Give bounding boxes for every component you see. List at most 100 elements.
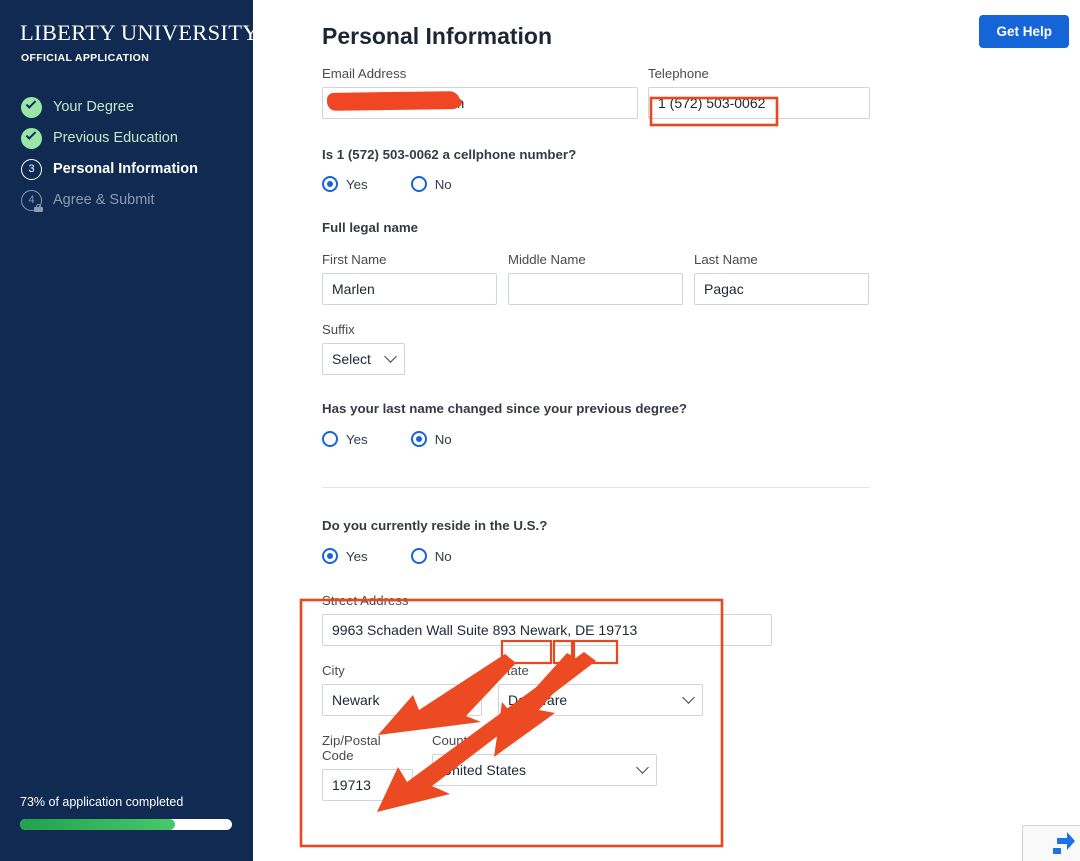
telephone-input[interactable]: 1 (572) 503-0062 (648, 87, 870, 119)
street-address-label: Street Address (322, 593, 409, 608)
zip-country-row: Zip/Postal Code 19713 Country United Sta… (322, 733, 942, 801)
get-help-button[interactable]: Get Help (979, 15, 1069, 48)
brand-subtitle: OFFICIAL APPLICATION (21, 52, 150, 64)
radio-icon (410, 548, 427, 564)
zip-label: Zip/Postal Code (322, 733, 381, 763)
name-changed-radio-group: Yes No (322, 431, 942, 447)
full-legal-name-label: Full legal name (322, 220, 419, 235)
sidebar-item-your-degree[interactable]: Your Degree (0, 92, 253, 123)
reside-us-question-group: Do you currently reside in the U.S.? Yes… (322, 518, 942, 564)
cellphone-question-group: Is 1 (572) 503-0062 a cellphone number? … (322, 147, 942, 192)
full-legal-name-section: Full legal name First Name Marlen Middle… (322, 220, 942, 375)
suffix-value: Select (332, 351, 371, 367)
suffix-select[interactable]: Select (322, 343, 405, 375)
check-circle-icon (21, 128, 42, 149)
name-row: First Name Marlen Middle Name Last Name … (322, 252, 942, 305)
radio-icon (410, 431, 427, 447)
progress-label: 73% of application completed (20, 795, 184, 809)
state-value: Delaware (508, 692, 568, 708)
sidebar-nav: Your Degree Previous Education 3 Persona… (0, 92, 253, 216)
middle-name-input[interactable] (508, 273, 683, 305)
suffix-label: Suffix (322, 322, 355, 337)
city-label: City (322, 663, 345, 678)
cellphone-radio-yes[interactable]: Yes (322, 176, 368, 192)
sidebar-item-label: Your Degree (53, 99, 134, 116)
street-address-group: Street Address 9963 Schaden Wall Suite 8… (322, 593, 772, 646)
state-group: State Delaware (498, 663, 703, 716)
reside-us-radio-group: Yes No (322, 548, 942, 564)
city-state-row: City Newark State Delaware (322, 663, 942, 716)
recaptcha-badge[interactable] (1022, 825, 1080, 861)
chevron-down-icon (682, 690, 695, 704)
state-select[interactable]: Delaware (498, 684, 703, 716)
cellphone-question-label: Is 1 (572) 503-0062 a cellphone number? (322, 147, 577, 162)
city-group: City Newark (322, 663, 482, 716)
first-name-group: First Name Marlen (322, 252, 497, 305)
chevron-down-icon (384, 349, 397, 363)
section-divider (322, 487, 870, 488)
radio-icon (322, 176, 338, 192)
cellphone-radio-group: Yes No (322, 176, 942, 192)
middle-name-label: Middle Name (508, 252, 586, 267)
sidebar-item-previous-education[interactable]: Previous Education (0, 123, 253, 154)
recaptcha-icon (1053, 832, 1075, 854)
last-name-label: Last Name (694, 252, 758, 267)
sidebar-item-personal-information[interactable]: 3 Personal Information (0, 154, 253, 185)
radio-label: No (434, 431, 452, 447)
name-changed-question-group: Has your last name changed since your pr… (322, 401, 942, 447)
step-number-icon: 3 (21, 159, 42, 180)
last-name-input[interactable]: Pagac (694, 273, 869, 305)
sidebar: LIBERTY UNIVERSITY OFFICIAL APPLICATION … (0, 0, 259, 861)
email-redaction-scribble-2 (414, 98, 462, 107)
sidebar-item-label: Previous Education (53, 130, 178, 147)
state-label: State (498, 663, 529, 678)
first-name-input[interactable]: Marlen (322, 273, 497, 305)
chevron-down-icon (636, 760, 649, 774)
application-progress: 73% of application completed (20, 795, 232, 830)
sidebar-item-label: Agree & Submit (53, 192, 155, 209)
last-name-group: Last Name Pagac (694, 252, 869, 305)
address-section: Street Address 9963 Schaden Wall Suite 8… (322, 593, 942, 801)
zip-input[interactable]: 19713 (322, 769, 413, 801)
name-changed-question-label: Has your last name changed since your pr… (322, 401, 688, 416)
middle-name-group: Middle Name (508, 252, 683, 305)
country-group: Country United States (432, 733, 657, 801)
radio-label: Yes (346, 431, 368, 447)
radio-label: No (434, 176, 452, 192)
radio-icon (322, 431, 338, 447)
progress-track (20, 819, 232, 830)
cellphone-radio-no[interactable]: No (410, 176, 452, 192)
radio-label: No (434, 548, 452, 564)
check-circle-icon (21, 97, 42, 118)
telephone-label: Telephone (648, 66, 709, 81)
country-label: Country (432, 733, 479, 748)
lock-icon: 4 (21, 190, 43, 212)
email-label: Email Address (322, 66, 407, 81)
page-title: Personal Information (322, 23, 553, 49)
application-page: LIBERTY UNIVERSITY OFFICIAL APPLICATION … (0, 0, 1080, 861)
reside-us-question-label: Do you currently reside in the U.S.? (322, 518, 548, 533)
street-address-value: 9963 Schaden Wall Suite 893 Newark, DE 1… (332, 622, 638, 638)
country-select[interactable]: United States (432, 754, 657, 786)
sidebar-item-label: Personal Information (53, 161, 199, 178)
radio-icon (322, 548, 338, 564)
step-number: 3 (21, 159, 42, 180)
radio-label: Yes (346, 176, 368, 192)
main-content: Get Help Personal Information Email Addr… (253, 0, 1080, 861)
brand-title: LIBERTY UNIVERSITY (20, 20, 259, 45)
sidebar-item-agree-submit[interactable]: 4 Agree & Submit (0, 185, 253, 216)
suffix-group: Suffix Select (322, 322, 405, 375)
name-changed-radio-yes[interactable]: Yes (322, 431, 368, 447)
radio-label: Yes (346, 548, 368, 564)
reside-us-radio-no[interactable]: No (410, 548, 452, 564)
name-changed-radio-no[interactable]: No (410, 431, 452, 447)
telephone-field-group: Telephone 1 (572) 503-0062 (648, 66, 870, 119)
zip-group: Zip/Postal Code 19713 (322, 733, 413, 801)
first-name-label: First Name (322, 252, 387, 267)
personal-information-form: Email Address .com Telephone 1 (572) 503… (322, 66, 942, 801)
reside-us-radio-yes[interactable]: Yes (322, 548, 368, 564)
radio-icon (410, 176, 427, 192)
street-address-input[interactable]: 9963 Schaden Wall Suite 893 Newark, DE 1… (322, 614, 772, 646)
email-field-group: Email Address .com (322, 66, 638, 119)
city-input[interactable]: Newark (322, 684, 482, 716)
